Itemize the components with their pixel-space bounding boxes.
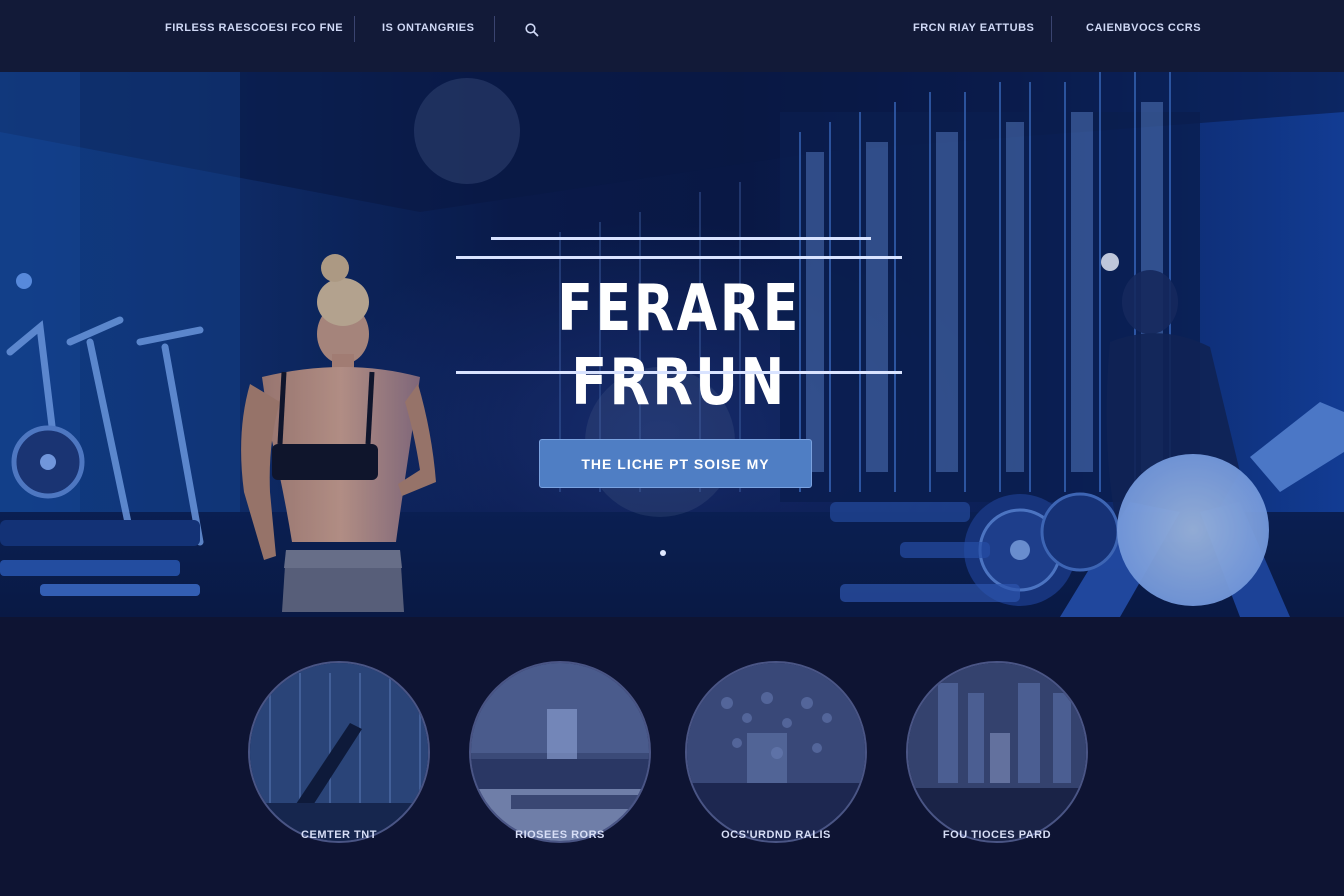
category-label: OCS'URDND RALIS — [721, 829, 831, 841]
category-label: FOU TIOCES PARD — [942, 829, 1052, 841]
hero-title: FERARE FRRUN — [557, 272, 801, 420]
hero-rule-bottom — [456, 371, 902, 374]
slider-dot[interactable] — [660, 550, 666, 556]
search-icon[interactable] — [524, 22, 540, 38]
nav-divider — [354, 16, 355, 42]
category-card[interactable]: OCS'URDND RALIS — [681, 661, 871, 843]
top-nav: FIRLESS RAESCOESI FCO FNE IS ONTANGRIES … — [0, 0, 1344, 72]
hero-cta-button[interactable]: THE LICHE PT SOISE MY — [539, 439, 812, 488]
category-label: RIOSEES RORS — [515, 829, 605, 841]
category-image — [248, 661, 430, 843]
hero-banner: FERARE FRRUN THE LICHE PT SOISE MY — [0, 72, 1344, 617]
category-image — [685, 661, 867, 843]
nav-divider — [1051, 16, 1052, 42]
nav-divider — [494, 16, 495, 42]
category-image — [469, 661, 651, 843]
category-card[interactable]: FOU TIOCES PARD — [902, 661, 1092, 843]
nav-link-fitness[interactable]: FIRLESS RAESCOESI FCO FNE — [165, 22, 343, 38]
category-section: CEMTER TNT RIOSEES RORS OCS'URDND RALIS … — [0, 617, 1344, 896]
category-card[interactable]: CEMTER TNT — [244, 661, 434, 843]
hero-rule-top-short — [491, 237, 871, 240]
nav-link-features[interactable]: FRCN RIAY EATTUBS — [913, 22, 1034, 38]
category-image — [906, 661, 1088, 843]
hero-rule-top — [456, 256, 902, 259]
nav-link-categories[interactable]: IS ONTANGRIES — [382, 22, 474, 38]
nav-link-contact[interactable]: CAIENBVOCS CCRS — [1086, 22, 1201, 38]
category-label: CEMTER TNT — [301, 829, 377, 841]
category-card[interactable]: RIOSEES RORS — [465, 661, 655, 843]
